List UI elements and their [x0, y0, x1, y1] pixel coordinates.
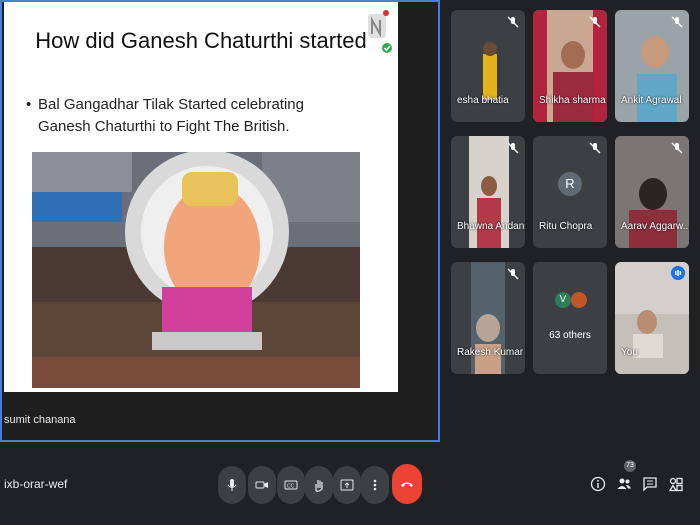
mic-button[interactable] — [218, 466, 246, 504]
present-icon — [340, 479, 354, 491]
slide-bullet-text: Bal Gangadhar Tilak Started celebrating … — [38, 96, 304, 135]
participant-name: Bhawna Andani — [457, 221, 525, 232]
speaking-icon — [671, 266, 685, 280]
participant-tile[interactable]: esha bhatia — [451, 10, 525, 122]
avatar: V — [555, 292, 571, 308]
participant-name: Shikha sharma — [539, 95, 606, 106]
others-tile[interactable]: V 63 others — [533, 262, 607, 374]
participant-tile[interactable]: Ankit Agrawal — [615, 10, 689, 122]
slide: How did Ganesh Chaturthi started • Bal G… — [4, 2, 398, 392]
participant-name: You — [621, 347, 638, 358]
mic-off-icon — [507, 142, 519, 154]
participant-tile[interactable]: R Ritu Chopra — [533, 136, 607, 248]
camera-button[interactable] — [248, 466, 276, 504]
avatar — [571, 292, 587, 308]
leave-call-icon — [401, 482, 413, 487]
presentation-view: How did Ganesh Chaturthi started • Bal G… — [0, 0, 440, 442]
more-options-icon — [373, 479, 377, 491]
participant-tile[interactable]: Rakesh Kumar — [451, 262, 525, 374]
slide-logo-icon — [368, 10, 392, 53]
participant-tile[interactable]: Aarav Aggarw... — [615, 136, 689, 248]
mic-off-icon — [671, 16, 683, 28]
activities-button[interactable] — [666, 474, 686, 494]
chat-icon — [643, 477, 657, 492]
mic-icon — [227, 479, 237, 491]
participant-tile[interactable]: Bhawna Andani — [451, 136, 525, 248]
participant-name: Aarav Aggarw... — [621, 221, 689, 232]
raise-hand-icon — [315, 480, 323, 492]
camera-icon — [255, 481, 268, 489]
avatar: R — [558, 172, 582, 196]
participant-count-badge: 73 — [624, 460, 636, 472]
mic-off-icon — [507, 16, 519, 28]
participant-name: esha bhatia — [457, 95, 509, 106]
people-button[interactable] — [614, 474, 634, 494]
chat-button[interactable] — [640, 474, 660, 494]
mic-off-icon — [671, 142, 683, 154]
leave-call-button[interactable] — [392, 464, 422, 504]
mic-off-icon — [589, 16, 601, 28]
participant-tile[interactable]: Shikha sharma — [533, 10, 607, 122]
activities-icon — [668, 477, 683, 492]
present-button[interactable] — [333, 466, 361, 504]
meeting-details-button[interactable] — [588, 474, 608, 494]
mic-off-icon — [589, 142, 601, 154]
slide-title: How did Ganesh Chaturthi started — [35, 28, 367, 53]
participant-name: Ritu Chopra — [539, 221, 593, 232]
raise-hand-button[interactable] — [305, 466, 333, 504]
svg-text:CC: CC — [287, 484, 295, 490]
ganesha-photo — [32, 152, 360, 388]
slide-bullet: • Bal Gangadhar Tilak Started celebratin… — [26, 94, 356, 138]
captions-button[interactable]: CC — [277, 466, 305, 504]
meeting-code: ixb-orar-wef — [4, 477, 68, 491]
info-icon — [590, 476, 606, 492]
others-count: 63 others — [549, 330, 591, 341]
more-options-button[interactable] — [361, 466, 389, 504]
captions-icon: CC — [284, 480, 298, 490]
presenter-name: sumit chanana — [4, 414, 76, 426]
mic-off-icon — [507, 268, 519, 280]
participant-name: Ankit Agrawal — [621, 95, 682, 106]
participant-tile[interactable]: You — [615, 262, 689, 374]
bullet-icon: • — [26, 96, 32, 113]
people-icon — [617, 478, 631, 489]
participant-name: Rakesh Kumar — [457, 347, 524, 358]
participant-video — [483, 42, 497, 100]
